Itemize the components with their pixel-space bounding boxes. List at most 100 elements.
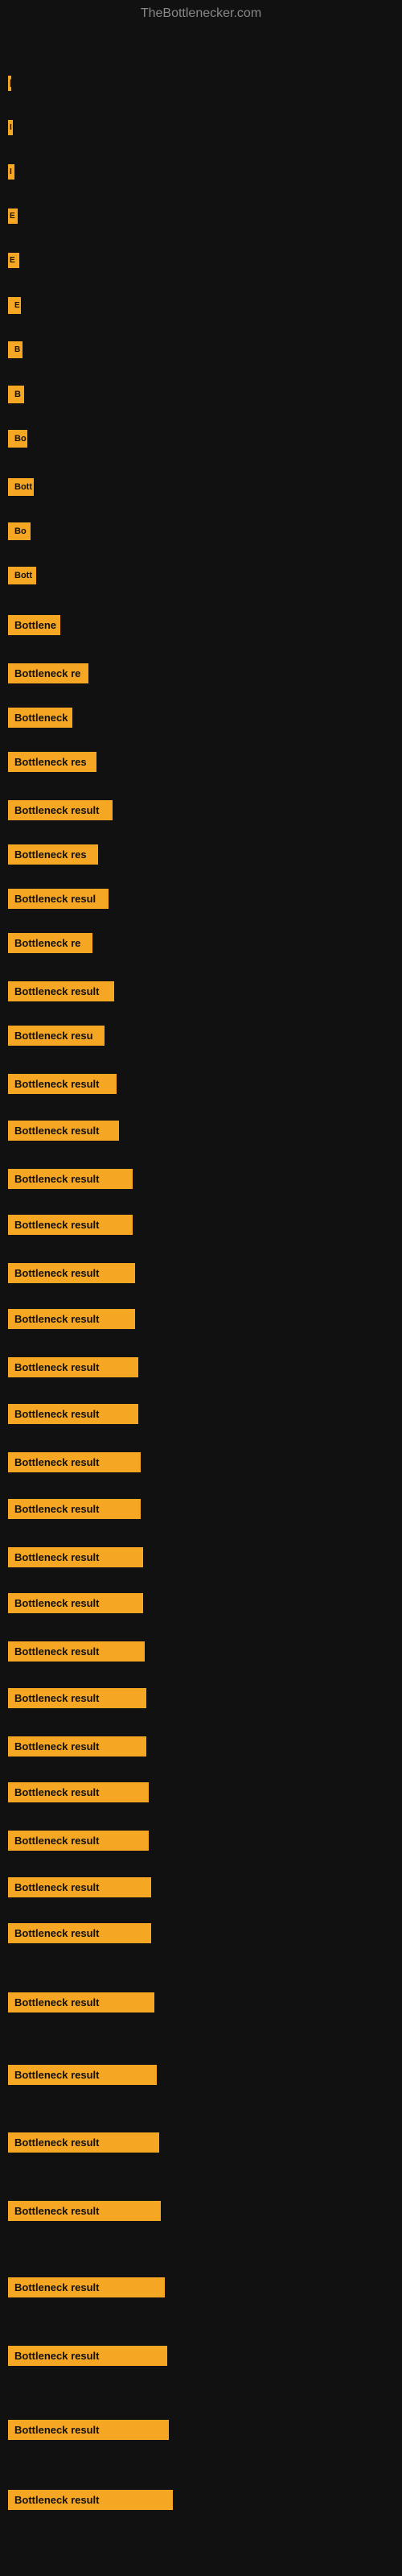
orange-box: Bottleneck result xyxy=(8,1547,143,1567)
list-item: Bott xyxy=(8,567,36,584)
orange-box: Bottleneck result xyxy=(8,2420,169,2440)
list-item: Bottleneck xyxy=(8,708,72,728)
orange-box: Bottleneck result xyxy=(8,2132,159,2153)
list-item: Bottleneck result xyxy=(8,1404,138,1424)
orange-box: Bottleneck result xyxy=(8,2490,173,2510)
list-item: B xyxy=(8,386,24,403)
list-item: Bottleneck result xyxy=(8,1736,146,1757)
list-item: Bottleneck result xyxy=(8,1309,135,1329)
orange-box: Bottleneck result xyxy=(8,1782,149,1802)
list-item: Bottleneck result xyxy=(8,1877,151,1897)
list-item: Bottleneck result xyxy=(8,1782,149,1802)
list-item: I xyxy=(8,164,14,180)
list-item: Bottleneck result xyxy=(8,1169,133,1189)
orange-box: Bottleneck result xyxy=(8,1357,138,1377)
list-item: Bottleneck result xyxy=(8,2420,169,2440)
orange-box: Bo xyxy=(8,522,31,540)
site-title: TheBottlenecker.com xyxy=(0,0,402,27)
orange-box: Bottlene xyxy=(8,615,60,635)
orange-box: Bottleneck result xyxy=(8,1736,146,1757)
list-item: Bottleneck result xyxy=(8,1074,117,1094)
list-item: Bottleneck result xyxy=(8,2490,173,2510)
orange-box: Bottleneck result xyxy=(8,1121,119,1141)
orange-box: Bottleneck result xyxy=(8,1309,135,1329)
orange-box: E xyxy=(8,208,18,224)
list-item: Bottleneck result xyxy=(8,2346,167,2366)
list-item: Bottleneck result xyxy=(8,1641,145,1662)
orange-box: Bottleneck result xyxy=(8,1074,117,1094)
list-item: Bottleneck result xyxy=(8,1547,143,1567)
orange-box: B xyxy=(8,386,24,403)
orange-box: Bottleneck result xyxy=(8,1992,154,2013)
list-item: Bottleneck result xyxy=(8,1121,119,1141)
list-item: Bottleneck result xyxy=(8,1499,141,1519)
orange-box: Bottleneck result xyxy=(8,1404,138,1424)
list-item: Bottleneck result xyxy=(8,1357,138,1377)
list-item: Bottleneck re xyxy=(8,663,88,683)
orange-box: Bottleneck resul xyxy=(8,889,109,909)
orange-box: Bottleneck result xyxy=(8,1923,151,1943)
list-item: Bottleneck result xyxy=(8,1992,154,2013)
list-item: E xyxy=(8,297,21,314)
list-item: Bottleneck result xyxy=(8,1593,143,1613)
orange-box: Bottleneck res xyxy=(8,752,96,772)
list-item: Bottleneck resul xyxy=(8,889,109,909)
orange-box: Bottleneck result xyxy=(8,1688,146,1708)
list-item: | xyxy=(8,76,11,91)
list-item: Bottleneck resu xyxy=(8,1026,105,1046)
orange-box: Bo xyxy=(8,430,27,448)
list-item: Bottleneck result xyxy=(8,1215,133,1235)
list-item: Bottleneck result xyxy=(8,2132,159,2153)
orange-box: Bottleneck result xyxy=(8,1452,141,1472)
orange-box: Bottleneck result xyxy=(8,981,114,1001)
orange-box: Bott xyxy=(8,478,34,496)
list-item: Bottleneck res xyxy=(8,752,96,772)
list-item: Bottleneck res xyxy=(8,844,98,865)
orange-box: Bottleneck re xyxy=(8,663,88,683)
list-item: Bottleneck result xyxy=(8,1923,151,1943)
list-item: Bottleneck result xyxy=(8,1831,149,1851)
orange-box: Bottleneck result xyxy=(8,2201,161,2221)
list-item: Bottleneck result xyxy=(8,2277,165,2297)
orange-box: Bottleneck result xyxy=(8,1215,133,1235)
list-item: Bottleneck result xyxy=(8,1452,141,1472)
list-item: Bo xyxy=(8,430,27,448)
list-item: Bottleneck result xyxy=(8,981,114,1001)
list-item: Bottleneck result xyxy=(8,2065,157,2085)
list-item: Bott xyxy=(8,478,34,496)
orange-box: | xyxy=(8,76,11,91)
orange-box: E xyxy=(8,297,21,314)
list-item: I xyxy=(8,120,13,135)
list-item: Bottleneck result xyxy=(8,1688,146,1708)
orange-box: E xyxy=(8,253,19,268)
list-item: Bottleneck result xyxy=(8,1263,135,1283)
orange-box: Bottleneck result xyxy=(8,2277,165,2297)
orange-box: Bottleneck result xyxy=(8,1593,143,1613)
orange-box: B xyxy=(8,341,23,358)
orange-box: Bottleneck res xyxy=(8,844,98,865)
orange-box: Bottleneck resu xyxy=(8,1026,105,1046)
orange-box: I xyxy=(8,120,13,135)
orange-box: Bottleneck re xyxy=(8,933,92,953)
list-item: Bottleneck result xyxy=(8,2201,161,2221)
orange-box: Bottleneck result xyxy=(8,2346,167,2366)
list-item: Bottleneck result xyxy=(8,800,113,820)
list-item: E xyxy=(8,253,19,268)
orange-box: Bottleneck result xyxy=(8,800,113,820)
orange-box: Bottleneck result xyxy=(8,1831,149,1851)
orange-box: Bottleneck result xyxy=(8,1499,141,1519)
orange-box: Bottleneck result xyxy=(8,2065,157,2085)
items-list: | I I E E E B B Bo Bott Bo Bott Bottlene Bottleneck r… xyxy=(0,27,402,2563)
orange-box: Bottleneck xyxy=(8,708,72,728)
orange-box: Bottleneck result xyxy=(8,1263,135,1283)
orange-box: Bott xyxy=(8,567,36,584)
list-item: Bottleneck re xyxy=(8,933,92,953)
list-item: B xyxy=(8,341,23,358)
orange-box: I xyxy=(8,164,14,180)
list-item: Bottlene xyxy=(8,615,60,635)
orange-box: Bottleneck result xyxy=(8,1877,151,1897)
orange-box: Bottleneck result xyxy=(8,1641,145,1662)
list-item: Bo xyxy=(8,522,31,540)
list-item: E xyxy=(8,208,18,224)
orange-box: Bottleneck result xyxy=(8,1169,133,1189)
